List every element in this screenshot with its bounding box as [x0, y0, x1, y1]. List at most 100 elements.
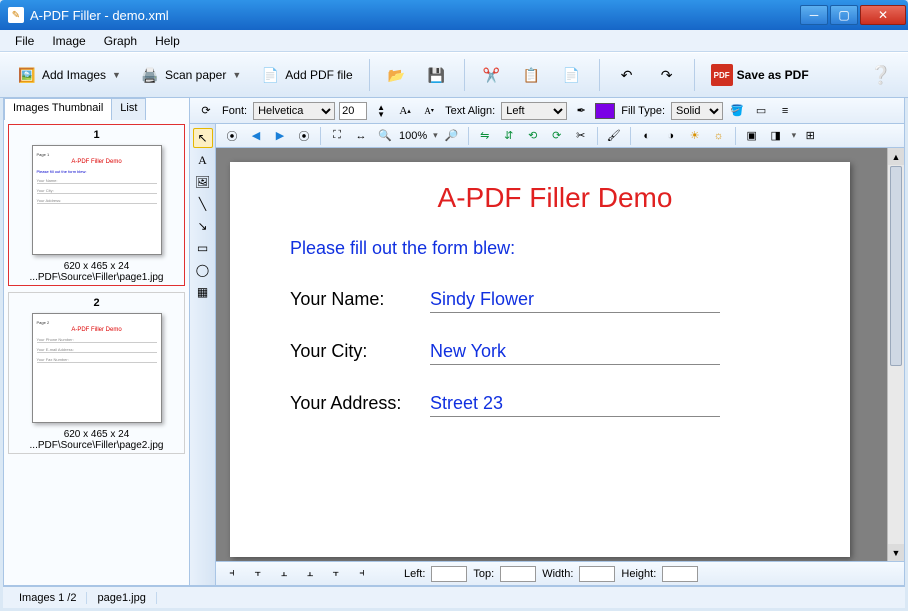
thumbnail-path: ...PDF\Source\Filler\page1.jpg [11, 272, 182, 283]
align-right-icon[interactable]: ⫠ [274, 566, 294, 582]
zoom-value: 100% [399, 130, 427, 142]
rotate-right-icon[interactable]: ⟳ [547, 127, 567, 145]
window-close-button[interactable]: ✕ [860, 5, 906, 25]
ellipse-tool[interactable]: ◯ [193, 260, 213, 280]
refresh-icon[interactable]: ⟳ [196, 102, 216, 120]
width-label: Width: [542, 568, 573, 580]
left-input[interactable] [431, 566, 467, 582]
deskew-icon[interactable]: ⊞ [800, 127, 820, 145]
align-bottom-icon[interactable]: ⫞ [352, 566, 372, 582]
field-value[interactable]: Street 23 [430, 393, 720, 417]
next-page-icon[interactable]: ▶ [270, 127, 290, 145]
add-pdf-label: Add PDF file [285, 68, 352, 82]
window-minimize-button[interactable]: ─ [800, 5, 828, 25]
stamp-tool[interactable]: ▦ [193, 282, 213, 302]
effects-icon[interactable]: 🖌 [604, 127, 624, 145]
line-style-icon[interactable]: ≡ [775, 102, 795, 120]
field-value[interactable]: New York [430, 341, 720, 365]
thumbnail-item[interactable]: 1 Page 1 A-PDF Filler Demo Please fill o… [8, 124, 185, 286]
contrast-up-icon[interactable]: ◐ [637, 127, 657, 145]
rotate-left-icon[interactable]: ⟲ [523, 127, 543, 145]
doc-title: A-PDF Filler Demo [270, 182, 840, 214]
font-size-stepper[interactable]: ▲▼ [371, 102, 391, 120]
pointer-tool[interactable]: ↖ [193, 128, 213, 148]
arrow-tool[interactable]: ↘ [193, 216, 213, 236]
dropdown-icon[interactable]: ▾ [433, 130, 438, 141]
menu-help[interactable]: Help [146, 32, 189, 50]
window-maximize-button[interactable]: ▢ [830, 5, 858, 25]
brightness-up-icon[interactable]: ☀ [685, 127, 705, 145]
contrast-down-icon[interactable]: ◑ [661, 127, 681, 145]
first-page-icon[interactable]: ⦿ [222, 127, 242, 145]
field-value[interactable]: Sindy Flower [430, 289, 720, 313]
scrollbar-thumb[interactable] [890, 166, 902, 366]
copy-button[interactable]: 📋 [515, 59, 549, 91]
align-middle-icon[interactable]: ⫟ [326, 566, 346, 582]
rectangle-tool[interactable]: ▭ [193, 238, 213, 258]
tab-thumbnail[interactable]: Images Thumbnail [4, 98, 112, 120]
align-select[interactable]: LeftCenterRight [501, 102, 567, 120]
bw-icon[interactable]: ◨ [766, 127, 786, 145]
decrease-font-icon[interactable]: A▾ [419, 102, 439, 120]
menu-graph[interactable]: Graph [95, 32, 146, 50]
paste-icon: 📄 [561, 64, 583, 86]
prev-page-icon[interactable]: ◀ [246, 127, 266, 145]
save-button[interactable]: 💾 [420, 59, 454, 91]
fill-color-icon[interactable]: 🪣 [727, 102, 747, 120]
image-tool[interactable]: 🖼 [193, 172, 213, 192]
align-center-icon[interactable]: ⫟ [248, 566, 268, 582]
canvas[interactable]: A-PDF Filler Demo Please fill out the fo… [216, 148, 904, 561]
save-icon: 💾 [426, 64, 448, 86]
crop-icon[interactable]: ✂ [571, 127, 591, 145]
vertical-scrollbar[interactable]: ▲ ▼ [887, 148, 904, 561]
border-color-icon[interactable]: ▭ [751, 102, 771, 120]
height-input[interactable] [662, 566, 698, 582]
thumbnail-item[interactable]: 2 Page 2 A-PDF Filler Demo Your Phone Nu… [8, 292, 185, 454]
filltype-select[interactable]: SolidNone [671, 102, 723, 120]
zoom-in-icon[interactable]: 🔍 [375, 127, 395, 145]
zoom-out-icon[interactable]: 🔎 [442, 127, 462, 145]
fit-width-icon[interactable]: ↔ [351, 127, 371, 145]
help-button[interactable]: ❔ [864, 59, 898, 91]
width-input[interactable] [579, 566, 615, 582]
cut-button[interactable]: ✂️ [475, 59, 509, 91]
left-tabs: Images Thumbnail List [4, 98, 189, 120]
save-as-pdf-button[interactable]: PDF Save as PDF [705, 59, 815, 91]
tab-list[interactable]: List [111, 98, 146, 120]
font-select[interactable]: HelveticaArialTimes [253, 102, 335, 120]
add-images-button[interactable]: 🖼️ Add Images ▼ [10, 59, 127, 91]
font-size-input[interactable] [339, 102, 367, 120]
redo-button[interactable]: ↷ [650, 59, 684, 91]
add-pdf-button[interactable]: 📄 Add PDF file [253, 59, 358, 91]
brightness-down-icon[interactable]: ☼ [709, 127, 729, 145]
text-tool[interactable]: A [193, 150, 213, 170]
height-label: Height: [621, 568, 656, 580]
menu-image[interactable]: Image [43, 32, 94, 50]
font-color-icon[interactable]: ✒ [571, 102, 591, 120]
align-left-icon[interactable]: ⫞ [222, 566, 242, 582]
grayscale-icon[interactable]: ▣ [742, 127, 762, 145]
app-icon: ✎ [8, 7, 24, 23]
undo-button[interactable]: ↶ [610, 59, 644, 91]
line-tool[interactable]: ╲ [193, 194, 213, 214]
open-button[interactable]: 📂 [380, 59, 414, 91]
thumbnail-preview: Page 1 A-PDF Filler Demo Please fill out… [32, 145, 162, 255]
main-toolbar: 🖼️ Add Images ▼ 🖨️ Scan paper ▼ 📄 Add PD… [0, 52, 908, 98]
status-file: page1.jpg [87, 592, 156, 604]
dropdown-icon[interactable]: ▾ [792, 130, 797, 141]
separator [320, 127, 321, 145]
flip-v-icon[interactable]: ⇵ [499, 127, 519, 145]
color-swatch[interactable] [595, 103, 615, 119]
scroll-up-icon[interactable]: ▲ [888, 148, 904, 165]
scan-paper-button[interactable]: 🖨️ Scan paper ▼ [133, 59, 247, 91]
scroll-down-icon[interactable]: ▼ [888, 544, 904, 561]
align-top-icon[interactable]: ⫠ [300, 566, 320, 582]
paste-button[interactable]: 📄 [555, 59, 589, 91]
top-input[interactable] [500, 566, 536, 582]
fit-page-icon[interactable]: ⛶ [327, 127, 347, 145]
flip-h-icon[interactable]: ⇋ [475, 127, 495, 145]
menu-file[interactable]: File [6, 32, 43, 50]
increase-font-icon[interactable]: A▴ [395, 102, 415, 120]
last-page-icon[interactable]: ⦿ [294, 127, 314, 145]
dropdown-icon: ▼ [112, 70, 121, 80]
